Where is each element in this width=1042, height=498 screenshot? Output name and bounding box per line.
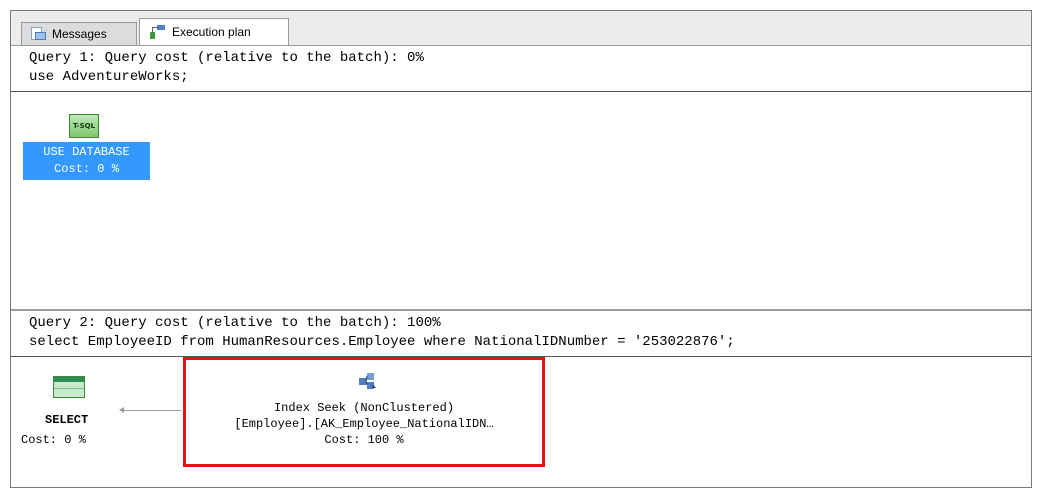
index-seek-cost: Cost: 100 % [324, 433, 404, 447]
results-panel: Messages Execution plan Query 1: Query c… [10, 10, 1032, 488]
tab-messages-label: Messages [52, 27, 107, 41]
index-seek-title: Index Seek (NonClustered) [273, 401, 455, 415]
use-database-label: USE DATABASE [43, 145, 130, 159]
execution-plan-icon [148, 23, 166, 41]
messages-icon [30, 27, 46, 41]
plan-connector-arrow-icon [119, 407, 124, 413]
query-1-cost-line: Query 1: Query cost (relative to the bat… [29, 50, 424, 66]
select-node-label: SELECT [45, 413, 89, 427]
index-seek-icon [359, 373, 376, 389]
query-2-header: Query 2: Query cost (relative to the bat… [11, 311, 1031, 357]
query-2-sql: select EmployeeID from HumanResources.Em… [29, 334, 735, 350]
index-seek-node[interactable]: Index Seek (NonClustered) [Employee].[AK… [183, 357, 545, 467]
results-tab-bar: Messages Execution plan [11, 11, 1031, 46]
plan-connector-line [121, 410, 181, 411]
query-1-sql: use AdventureWorks; [29, 69, 189, 85]
tab-execution-plan[interactable]: Execution plan [139, 18, 289, 45]
select-operator-icon[interactable] [53, 376, 85, 398]
use-database-node[interactable]: USE DATABASE Cost: 0 % [23, 142, 150, 180]
query-2-plan: Query 2: Query cost (relative to the bat… [11, 309, 1031, 489]
index-seek-text: Index Seek (NonClustered) [Employee].[AK… [186, 400, 542, 448]
query-1-header: Query 1: Query cost (relative to the bat… [11, 46, 1031, 92]
select-node[interactable]: SELECT Cost: 0 % [21, 410, 121, 450]
tab-execution-plan-label: Execution plan [172, 25, 251, 39]
tab-messages[interactable]: Messages [21, 22, 137, 45]
index-seek-object: [Employee].[AK_Employee_NationalIDN… [234, 417, 494, 431]
query-2-cost-line: Query 2: Query cost (relative to the bat… [29, 315, 441, 331]
tsql-icon[interactable]: T-SQL [69, 114, 99, 138]
query-1-plan: Query 1: Query cost (relative to the bat… [11, 46, 1031, 309]
use-database-cost: Cost: 0 % [54, 162, 119, 176]
select-node-cost: Cost: 0 % [21, 433, 86, 447]
